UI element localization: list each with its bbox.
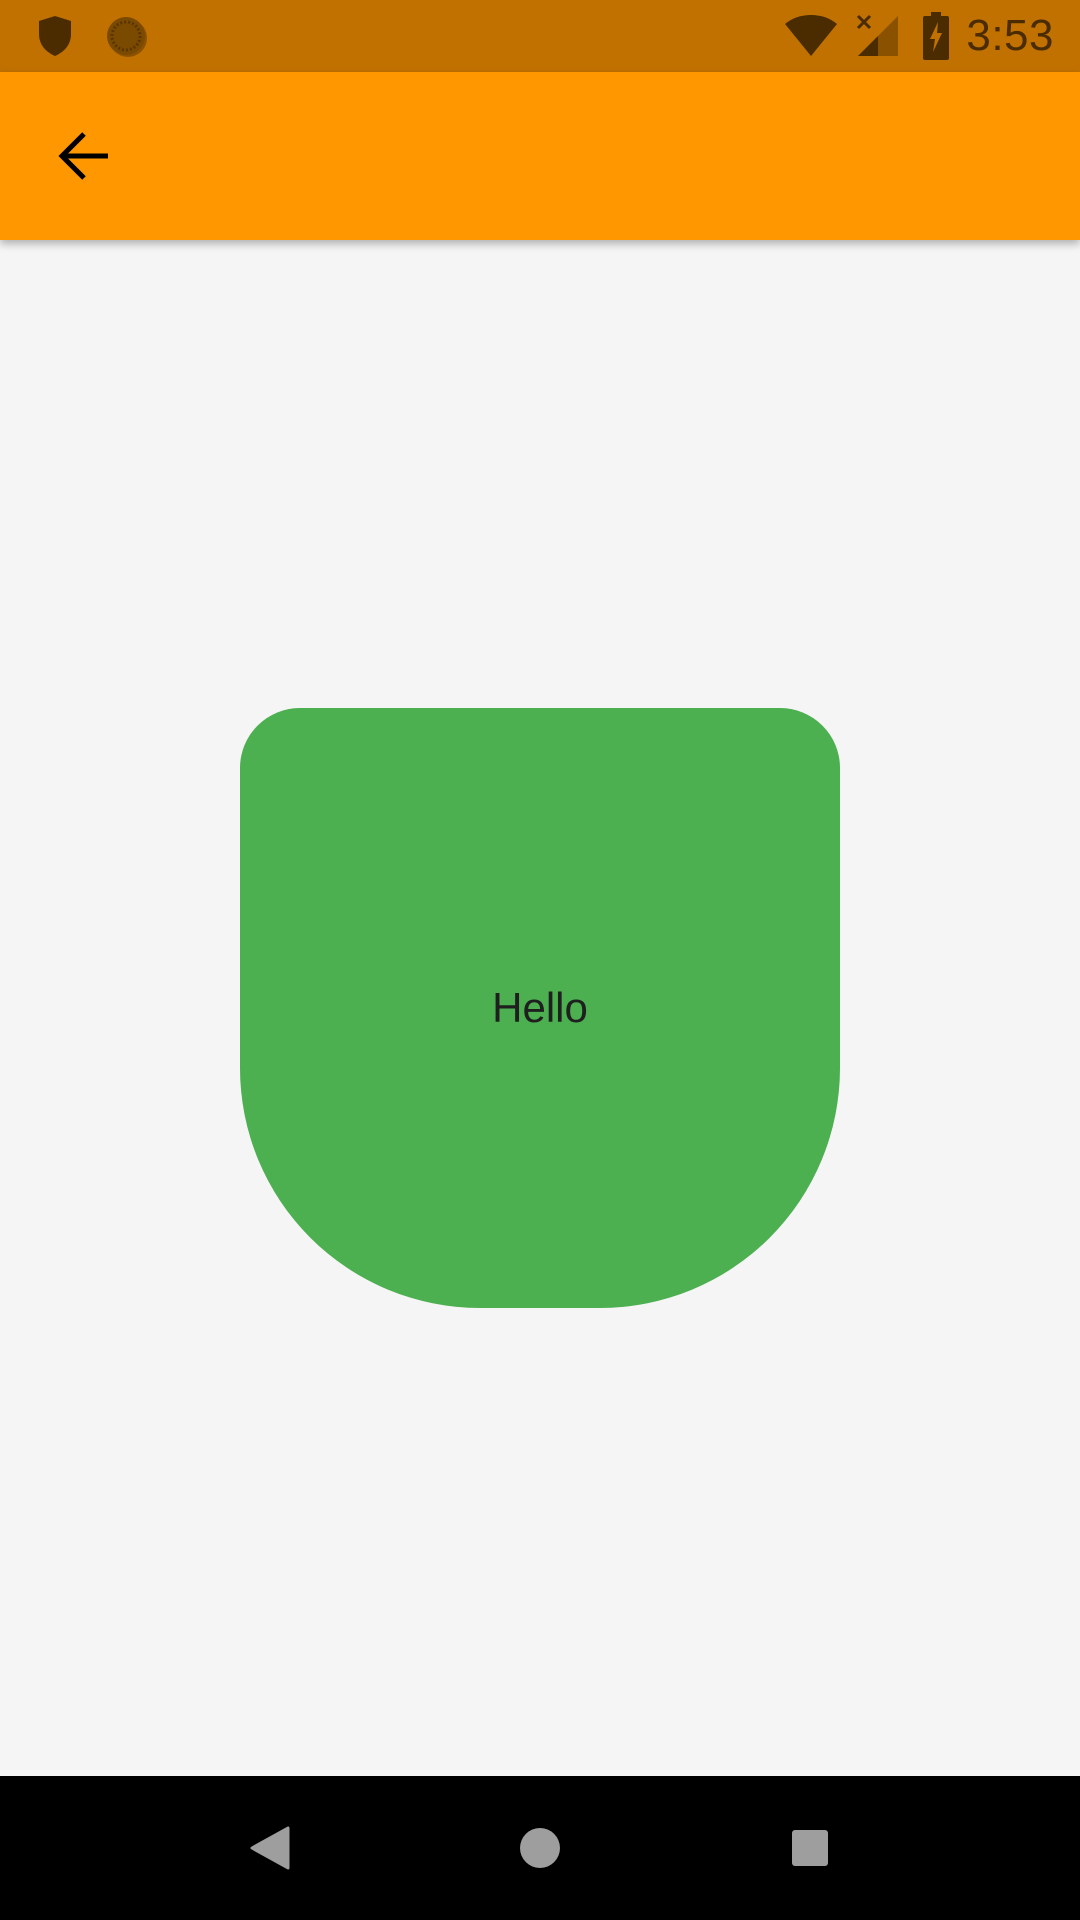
status-time: 3:53 — [966, 11, 1054, 60]
sync-icon — [107, 17, 147, 57]
navigation-bar — [0, 1776, 1080, 1920]
home-circle-icon — [520, 1828, 560, 1868]
battery-charging-icon — [923, 12, 949, 60]
nav-home-button[interactable] — [492, 1800, 588, 1896]
app-bar — [0, 72, 1080, 240]
shape-card: Hello — [240, 708, 840, 1308]
back-button[interactable] — [36, 108, 132, 204]
content-area: Hello — [0, 240, 1080, 1776]
shield-icon — [39, 16, 71, 56]
nav-recents-button[interactable] — [762, 1800, 858, 1896]
status-bar: 3:53 — [0, 0, 1080, 72]
wifi-icon — [785, 15, 837, 56]
back-triangle-icon — [250, 1826, 290, 1870]
nav-back-button[interactable] — [222, 1800, 318, 1896]
arrow-back-icon — [58, 132, 108, 180]
recents-square-icon — [792, 1830, 828, 1866]
shape-label: Hello — [492, 984, 588, 1031]
signal-no-service-icon — [856, 14, 898, 56]
